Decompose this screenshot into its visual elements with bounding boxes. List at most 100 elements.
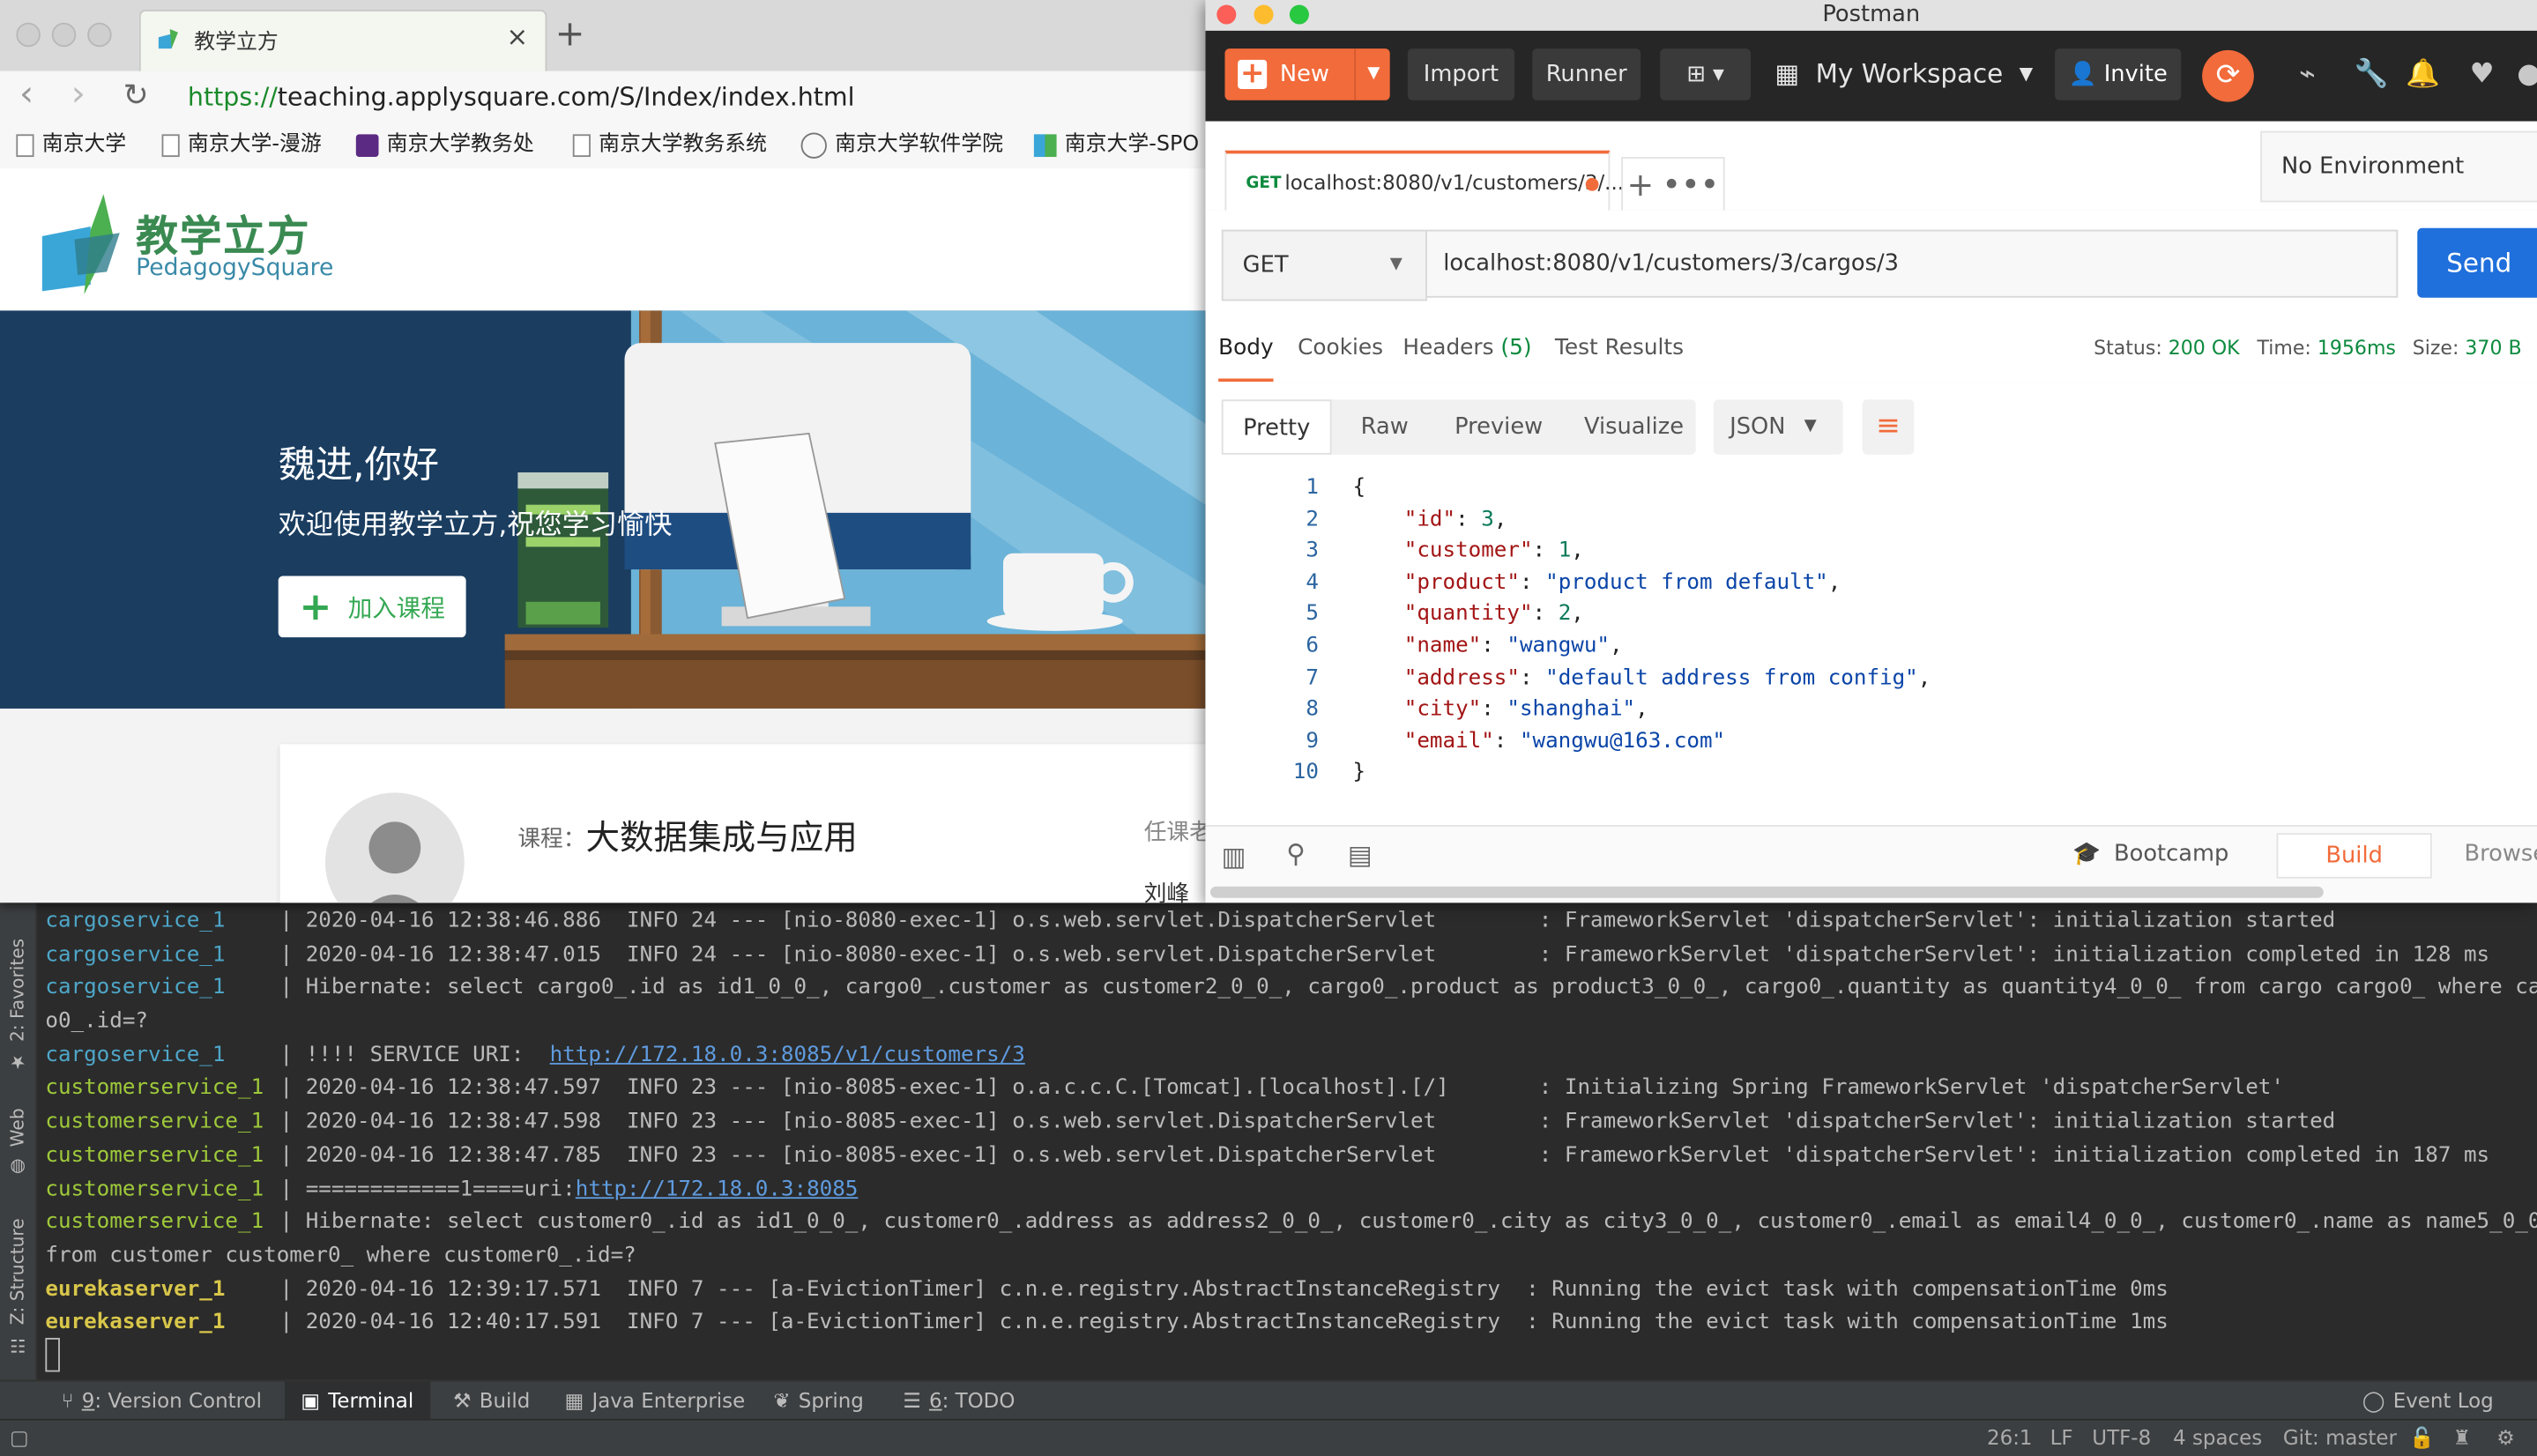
- zoom-window-button[interactable]: [87, 22, 112, 48]
- environment-selector[interactable]: No Environment: [2260, 130, 2537, 203]
- response-body[interactable]: 1{2 "id": 3, 3 "customer": 1, 4 "product":…: [1205, 469, 2537, 822]
- bookmark-item[interactable]: 南京大学-SPO: [1033, 123, 1199, 167]
- hero-banner: 魏进,你好 欢迎使用教学立方,祝您学习愉快 + 加入课程: [0, 310, 1206, 709]
- course-card[interactable]: 课程： 大数据集成与应用 任课老师 刘峰: [279, 744, 1206, 903]
- more-icon[interactable]: •••: [1662, 165, 1719, 204]
- lock-icon[interactable]: 🔓: [2409, 1421, 2435, 1456]
- java-enterprise-tab[interactable]: ▦ Java Enterprise: [565, 1382, 746, 1421]
- new-tab-icon[interactable]: +: [555, 15, 585, 56]
- service-name: cargoservice_1: [45, 943, 226, 968]
- bootcamp-button[interactable]: 🎓 Bootcamp: [2072, 841, 2228, 866]
- terminal-tab[interactable]: ▣ Terminal: [285, 1381, 430, 1421]
- file-encoding[interactable]: UTF-8: [2092, 1421, 2151, 1456]
- profile-icon[interactable]: ●: [2513, 58, 2537, 91]
- back-icon[interactable]: ‹: [19, 74, 33, 115]
- teacher-avatar: [324, 792, 465, 903]
- zoom-window-button[interactable]: [1289, 4, 1309, 25]
- todo-tab[interactable]: ☰ 6: TODO: [903, 1382, 1015, 1421]
- workspace-selector[interactable]: ▦ My Workspace ▼: [1775, 48, 2034, 100]
- new-window-button[interactable]: ⊞ ▾: [1660, 48, 1752, 100]
- json-value: 1: [1558, 539, 1572, 564]
- invite-button[interactable]: 👤 Invite: [2055, 48, 2182, 100]
- sidebar-toggle-icon[interactable]: ▥: [1222, 841, 1246, 872]
- favorites-tab[interactable]: ★ 2: Favorites: [0, 932, 35, 1081]
- branch-icon: ⑂: [61, 1387, 74, 1413]
- address-bar[interactable]: https://teaching.applysquare.com/S/Index…: [188, 79, 1191, 115]
- inspector-icon[interactable]: ♜: [2453, 1421, 2472, 1456]
- spring-tab[interactable]: ❦ Spring: [773, 1382, 863, 1421]
- bookmark-item[interactable]: 南京大学教务系统: [572, 123, 767, 167]
- json-punctuation: ,: [1493, 507, 1507, 532]
- git-branch[interactable]: Git: master: [2283, 1421, 2397, 1456]
- tab-test-results[interactable]: Test Results: [1555, 317, 1684, 379]
- new-button[interactable]: + New ▼: [1224, 48, 1391, 100]
- pedagogysquare-logo-icon[interactable]: [41, 191, 123, 295]
- sync-icon[interactable]: ⟳: [2202, 49, 2254, 102]
- build-tab[interactable]: ⚒ Build: [453, 1382, 530, 1421]
- bookmark-item[interactable]: 南京大学教务处: [355, 123, 534, 167]
- separator: |: [279, 1278, 306, 1303]
- bell-icon[interactable]: 🔔: [2406, 58, 2440, 91]
- horizontal-scrollbar[interactable]: [1209, 886, 2324, 898]
- wrench-icon[interactable]: 🔧: [2355, 58, 2389, 91]
- bookmarks-bar: 南京大学 南京大学-漫游 南京大学教务处 南京大学教务系统 南京大学软件学院 南…: [0, 123, 1206, 170]
- indent-setting[interactable]: 4 spaces: [2173, 1421, 2262, 1456]
- format-select[interactable]: JSON ▼: [1713, 399, 1843, 455]
- caret-position[interactable]: 26:1: [1987, 1421, 2033, 1456]
- json-punctuation: ,: [1827, 570, 1841, 596]
- line-separator[interactable]: LF: [2050, 1421, 2073, 1456]
- reload-icon[interactable]: ↻: [123, 78, 148, 113]
- event-log-tab[interactable]: ◯ Event Log: [2362, 1382, 2494, 1421]
- close-tab-icon[interactable]: ×: [507, 21, 529, 52]
- console-icon[interactable]: ▤: [1348, 840, 1373, 871]
- json-line: }: [1352, 758, 1365, 791]
- import-button[interactable]: Import: [1407, 48, 1515, 100]
- add-user-icon: 👤: [2068, 61, 2097, 88]
- bookmark-item[interactable]: 南京大学软件学院: [800, 123, 1003, 167]
- course-name[interactable]: 大数据集成与应用: [585, 812, 857, 860]
- service-name: cargoservice_1: [45, 1043, 226, 1068]
- json-punctuation: ,: [1917, 665, 1931, 691]
- log-link[interactable]: http://172.18.0.3:8085/v1/customers/3: [550, 1044, 1025, 1068]
- minimize-window-button[interactable]: [51, 22, 77, 48]
- build-mode-tab[interactable]: Build: [2276, 833, 2432, 879]
- tab-body[interactable]: Body: [1218, 317, 1274, 383]
- runner-button[interactable]: Runner: [1532, 48, 1641, 100]
- minimize-window-button[interactable]: [1254, 4, 1274, 25]
- method-select[interactable]: GET ▼: [1221, 229, 1427, 301]
- panel-toggle-icon[interactable]: ▢: [10, 1421, 29, 1456]
- json-punctuation: {: [1352, 475, 1366, 501]
- view-visualize[interactable]: Visualize: [1584, 399, 1684, 454]
- wrap-lines-icon[interactable]: ≡: [1862, 399, 1915, 455]
- tab-cookies[interactable]: Cookies: [1298, 317, 1383, 379]
- chevron-down-icon[interactable]: ▼: [1354, 48, 1391, 100]
- browser-tab[interactable]: 教学立方 ×: [138, 10, 547, 73]
- log-text: 2020-04-16 12:38:47.598 INFO 23 --- [nio…: [305, 1110, 2336, 1134]
- join-course-button[interactable]: + 加入课程: [278, 576, 466, 638]
- close-window-button[interactable]: [1216, 4, 1237, 25]
- view-preview[interactable]: Preview: [1454, 399, 1543, 454]
- web-tab[interactable]: ◍ Web: [0, 1103, 35, 1185]
- log-link[interactable]: http://172.18.0.3:8085: [576, 1177, 859, 1202]
- forward-icon[interactable]: ›: [71, 74, 86, 115]
- software-institute-icon: [800, 132, 827, 159]
- view-raw[interactable]: Raw: [1361, 399, 1409, 454]
- bookmark-item[interactable]: 南京大学-漫游: [161, 123, 322, 167]
- tab-headers[interactable]: Headers (5): [1402, 317, 1531, 379]
- memory-icon[interactable]: ⚙: [2496, 1421, 2515, 1456]
- version-control-tab[interactable]: ⑂ 9: Version Control: [62, 1382, 262, 1421]
- browse-mode-tab[interactable]: Browse: [2464, 833, 2537, 875]
- request-tab[interactable]: GET localhost:8080/v1/customers/3/...: [1224, 150, 1624, 212]
- request-url-input[interactable]: localhost:8080/v1/customers/3/cargos/3: [1425, 229, 2399, 298]
- send-button[interactable]: Send: [2417, 227, 2537, 298]
- bookmark-item[interactable]: 南京大学: [16, 123, 126, 167]
- structure-tab[interactable]: ☷ Z: Structure: [0, 1214, 35, 1363]
- search-icon[interactable]: ⚲: [1286, 838, 1306, 869]
- view-pretty[interactable]: Pretty: [1221, 399, 1332, 455]
- close-window-button[interactable]: [16, 22, 41, 48]
- page-icon: [16, 134, 34, 158]
- satellite-icon[interactable]: ⌁: [2291, 58, 2324, 91]
- terminal-console[interactable]: cargoservice_1 | 2020-04-16 12:38:46.886 …: [37, 903, 2537, 1379]
- heart-icon[interactable]: ♥: [2466, 58, 2498, 91]
- new-tab-icon[interactable]: +: [1627, 165, 1655, 204]
